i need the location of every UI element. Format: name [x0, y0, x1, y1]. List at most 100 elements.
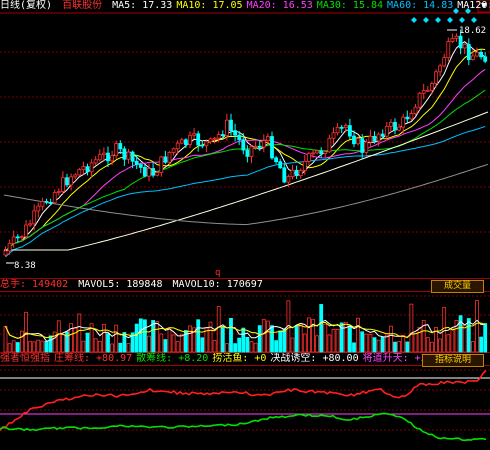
volume-bar[interactable] — [245, 337, 250, 353]
volume-bar[interactable] — [19, 330, 24, 353]
volume-bar[interactable] — [196, 319, 201, 353]
candle-body[interactable] — [327, 137, 332, 153]
volume-bar[interactable] — [315, 335, 320, 353]
volume-bar[interactable] — [388, 325, 393, 353]
candle-body[interactable] — [224, 119, 229, 137]
volume-bar[interactable] — [163, 339, 168, 353]
volume-bar[interactable] — [56, 320, 61, 353]
volume-bar[interactable] — [147, 335, 151, 353]
volume-bar[interactable] — [380, 336, 385, 353]
volume-bar[interactable] — [28, 341, 33, 353]
volume-bar[interactable] — [425, 337, 430, 353]
candle-body[interactable] — [376, 133, 381, 142]
volume-bar[interactable] — [229, 317, 233, 353]
candle-body[interactable] — [97, 154, 102, 161]
candle-body[interactable] — [40, 200, 45, 207]
volume-bar[interactable] — [151, 320, 156, 353]
volume-bar[interactable] — [462, 324, 467, 353]
candle-body[interactable] — [466, 44, 471, 60]
volume-bar[interactable] — [3, 325, 8, 353]
candle-body[interactable] — [114, 143, 119, 157]
volume-bar[interactable] — [475, 300, 479, 353]
candle-body[interactable] — [352, 135, 356, 145]
volume-bar[interactable] — [335, 329, 340, 353]
candle-body[interactable] — [36, 205, 41, 212]
candle-body[interactable] — [183, 139, 188, 145]
candle-body[interactable] — [19, 236, 24, 239]
volume-bar[interactable] — [470, 341, 475, 353]
candle-body[interactable] — [405, 116, 410, 120]
candle-body[interactable] — [233, 130, 238, 136]
candle-body[interactable] — [3, 250, 8, 256]
candle-body[interactable] — [372, 135, 377, 142]
volume-bar[interactable] — [429, 341, 434, 353]
volume-bar[interactable] — [483, 323, 488, 353]
candle-body[interactable] — [216, 134, 221, 139]
candle-body[interactable] — [261, 140, 266, 148]
volume-bar[interactable] — [368, 334, 373, 353]
candle-body[interactable] — [7, 242, 12, 252]
candle-body[interactable] — [61, 177, 65, 192]
candle-body[interactable] — [220, 134, 225, 137]
candle-body[interactable] — [343, 125, 348, 129]
volume-bar[interactable] — [179, 333, 184, 353]
volume-bar[interactable] — [409, 303, 414, 353]
volume-bar[interactable] — [356, 317, 361, 353]
candle-body[interactable] — [151, 168, 156, 176]
candle-body[interactable] — [384, 125, 389, 137]
volume-bar[interactable] — [118, 342, 123, 353]
volume-bar[interactable] — [282, 328, 287, 353]
volume-bar[interactable] — [36, 339, 41, 353]
candle-body[interactable] — [24, 224, 28, 238]
price-chart[interactable]: 18.62 8.38 q — [0, 0, 490, 450]
volume-bar[interactable] — [61, 334, 65, 353]
volume-bar[interactable] — [249, 341, 254, 353]
volume-bar[interactable] — [343, 321, 348, 353]
candle-body[interactable] — [81, 166, 86, 171]
volume-bar[interactable] — [200, 337, 205, 353]
volume-bar[interactable] — [372, 337, 377, 353]
volume-bar[interactable] — [110, 343, 114, 353]
volume-bar[interactable] — [155, 321, 160, 353]
volume-bar[interactable] — [11, 340, 16, 353]
candle-body[interactable] — [286, 176, 291, 183]
candle-body[interactable] — [470, 55, 475, 60]
volume-bar[interactable] — [85, 332, 90, 353]
candle-body[interactable] — [134, 160, 139, 165]
candle-body[interactable] — [69, 176, 73, 186]
candle-body[interactable] — [229, 119, 233, 132]
volume-bar[interactable] — [134, 323, 139, 353]
candle-body[interactable] — [417, 92, 422, 108]
volume-bars[interactable] — [3, 300, 488, 353]
candle-body[interactable] — [167, 152, 172, 163]
candle-body[interactable] — [421, 90, 426, 94]
candle-body[interactable] — [401, 116, 406, 128]
volume-bar[interactable] — [364, 333, 369, 353]
candle-body[interactable] — [315, 150, 320, 154]
volume-bar[interactable] — [360, 331, 365, 353]
candle-body[interactable] — [323, 151, 328, 155]
candle-body[interactable] — [171, 148, 176, 153]
candle-body[interactable] — [200, 144, 205, 147]
volume-bar[interactable] — [401, 335, 406, 353]
volume-bar[interactable] — [438, 338, 443, 353]
candle-body[interactable] — [278, 161, 283, 169]
candle-body[interactable] — [130, 151, 135, 162]
volume-bar[interactable] — [48, 335, 53, 353]
volume-bar[interactable] — [142, 319, 147, 353]
volume-bar[interactable] — [331, 329, 336, 353]
candle-body[interactable] — [56, 191, 61, 193]
volume-bar[interactable] — [233, 343, 238, 353]
volume-bar[interactable] — [77, 313, 82, 353]
candle-body[interactable] — [28, 223, 33, 226]
candle-body[interactable] — [479, 51, 484, 58]
candle-body[interactable] — [311, 152, 315, 155]
candle-body[interactable] — [356, 138, 361, 145]
volume-bar[interactable] — [126, 343, 131, 353]
period-label[interactable]: 日线(复权) — [0, 0, 52, 11]
candle-body[interactable] — [380, 133, 385, 137]
volume-bar[interactable] — [352, 342, 356, 353]
candle-body[interactable] — [188, 134, 192, 145]
volume-bar[interactable] — [450, 328, 455, 353]
volume-bar[interactable] — [405, 341, 410, 353]
